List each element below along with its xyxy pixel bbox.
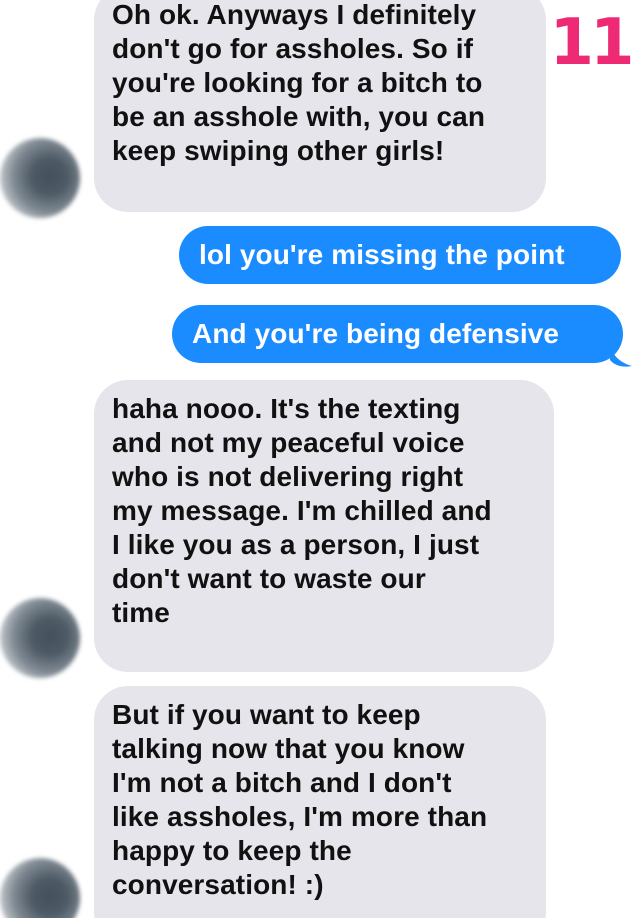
message-line: keep swiping other girls! [112, 135, 445, 166]
message-line: time [112, 597, 170, 628]
page-number-badge: 11 [548, 5, 636, 82]
message-line: you're looking for a bitch to [112, 67, 483, 98]
message-line: I'm not a bitch and I don't [112, 767, 452, 798]
incoming-message-bubble[interactable]: But if you want to keep talking now that… [94, 686, 546, 918]
message-line: happy to keep the [112, 835, 352, 866]
message-line: don't go for assholes. So if [112, 33, 474, 64]
message-text: And you're being defensive [192, 318, 560, 349]
message-line: and not my peaceful voice [112, 427, 465, 458]
message-thread[interactable]: Oh ok. Anyways I definitely don't go for… [0, 0, 640, 918]
message-line: talking now that you know [112, 733, 465, 764]
incoming-message-bubble[interactable]: Oh ok. Anyways I definitely don't go for… [94, 0, 546, 212]
bubble-tail-icon [610, 344, 632, 367]
incoming-message-bubble[interactable]: haha nooo. It's the texting and not my p… [94, 380, 554, 672]
contact-avatar[interactable] [0, 858, 80, 918]
message-line: my message. I'm chilled and [112, 495, 492, 526]
message-line: I like you as a person, I just [112, 529, 480, 560]
outgoing-message-bubble[interactable]: And you're being defensive [172, 305, 623, 363]
message-line: haha nooo. It's the texting [112, 393, 461, 424]
message-line: don't want to waste our [112, 563, 426, 594]
contact-avatar[interactable] [0, 138, 80, 218]
message-line: like assholes, I'm more than [112, 801, 488, 832]
message-line: But if you want to keep [112, 699, 421, 730]
message-text: lol you're missing the point [199, 239, 565, 270]
message-line: be an asshole with, you can [112, 101, 486, 132]
message-line: conversation! :) [112, 869, 324, 900]
outgoing-message-bubble[interactable]: lol you're missing the point [179, 226, 621, 284]
contact-avatar[interactable] [0, 598, 80, 678]
message-line: who is not delivering right [112, 461, 464, 492]
message-line: Oh ok. Anyways I definitely [112, 0, 477, 30]
